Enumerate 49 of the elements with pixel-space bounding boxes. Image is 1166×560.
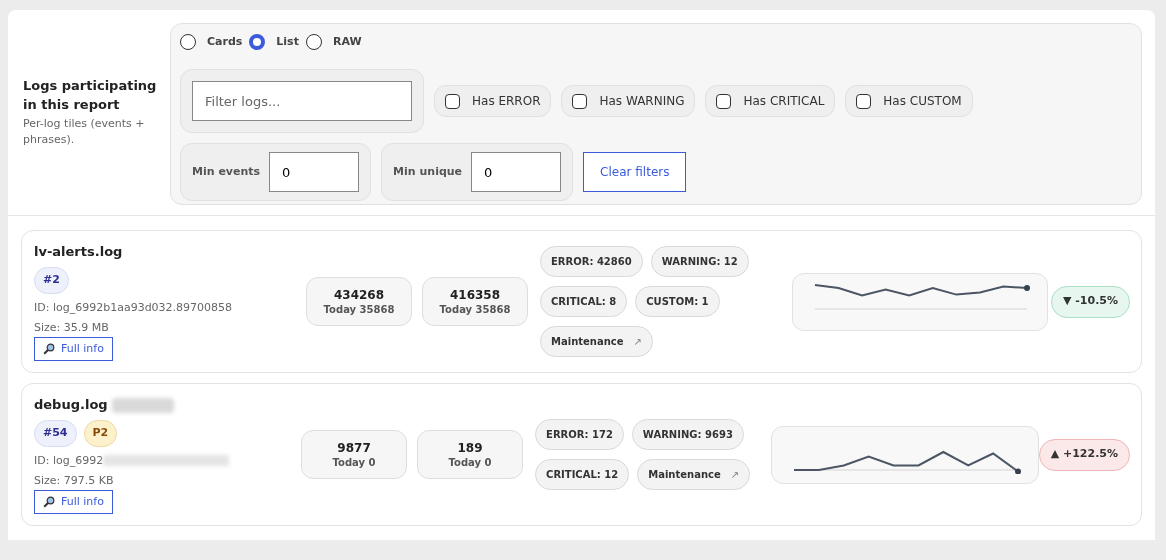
stat-value: 189 — [457, 439, 483, 456]
stat-today: Today 0 — [448, 455, 492, 470]
log-badge: P2 — [83, 419, 118, 447]
filter-checkbox[interactable]: Has CUSTOM — [845, 85, 973, 117]
level-chip: CRITICAL: 8 — [540, 286, 628, 317]
numeric-filter-field[interactable]: 0 — [471, 152, 562, 192]
log-id: ID: log_6992 — [34, 452, 104, 469]
external-link-icon: ↗ — [633, 334, 642, 349]
filter-checkbox[interactable]: Has WARNING — [561, 85, 696, 117]
level-chip: WARNING: 12 — [650, 246, 749, 277]
numeric-filter-field[interactable]: 0 — [269, 152, 360, 192]
magnifier-icon — [43, 495, 55, 508]
numeric-filter-label: Min events — [192, 163, 261, 180]
log-size: Size: 35.9 MB — [34, 319, 109, 336]
section-subtitle: Per-log tiles (events + phrases). — [23, 116, 146, 148]
log-badge: #54 — [34, 419, 77, 447]
filter-field[interactable]: Filter logs... — [192, 81, 412, 121]
trend-badge: ▲ +122.5% — [1038, 438, 1130, 471]
magnifier-icon — [43, 342, 55, 355]
level-chip[interactable]: Maintenance ↗ — [637, 459, 751, 490]
stat-today: Today 35868 — [323, 302, 395, 317]
level-chip: CRITICAL: 12 — [535, 459, 630, 490]
view-mode-radio[interactable]: RAW — [305, 33, 362, 51]
log-badge: #2 — [34, 266, 69, 294]
log-name: lv-alerts.log — [34, 243, 123, 262]
view-mode-radio[interactable]: List — [249, 33, 299, 51]
filter-checkbox[interactable]: Has ERROR — [434, 85, 552, 117]
external-link-icon: ↗ — [730, 467, 740, 482]
stat-value: 434268 — [333, 286, 385, 303]
view-mode-radio[interactable]: Cards — [180, 33, 243, 51]
log-name: debug.log — [34, 396, 108, 415]
stat-value: 9877 — [337, 439, 371, 456]
section-title: Logs participating in this report — [23, 77, 158, 114]
stat-value: 416358 — [449, 286, 501, 303]
trend-badge: ▼ -10.5% — [1050, 285, 1130, 318]
full-info-button[interactable]: Full info — [34, 489, 113, 514]
level-chip: CUSTOM: 1 — [635, 286, 720, 317]
log-size: Size: 797.5 KB — [34, 472, 114, 489]
filter-checkbox[interactable]: Has CRITICAL — [705, 85, 836, 117]
log-id: ID: log_6992b1aa93d032.89700858 — [34, 299, 233, 316]
level-chip: ERROR: 172 — [535, 419, 624, 450]
stat-today: Today 0 — [332, 455, 376, 470]
level-chip[interactable]: Maintenance ↗ — [540, 326, 653, 357]
clear-filters-button[interactable]: Clear filters — [583, 152, 687, 192]
level-chip: ERROR: 42860 — [540, 246, 643, 277]
level-chip: WARNING: 9693 — [631, 419, 744, 450]
numeric-filter-label: Min unique — [393, 163, 463, 180]
full-info-button[interactable]: Full info — [34, 336, 113, 361]
stat-today: Today 35868 — [439, 302, 511, 317]
